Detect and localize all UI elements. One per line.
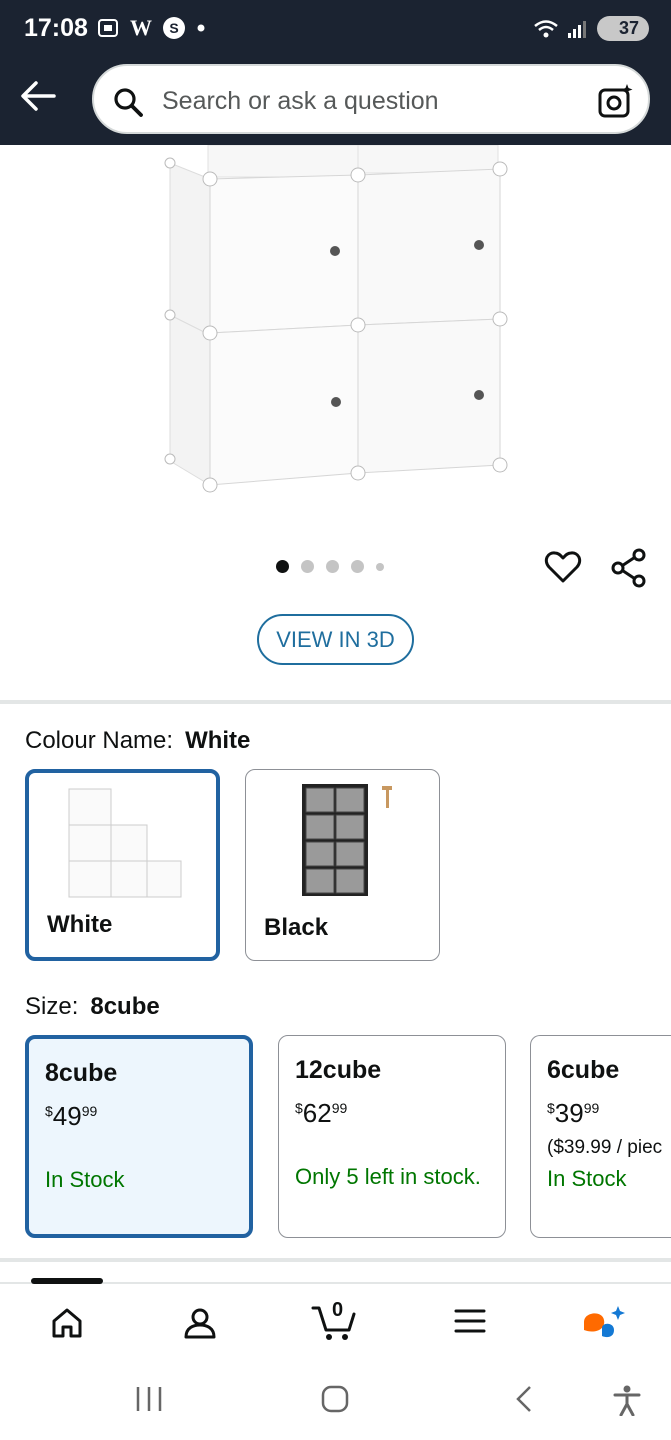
size-option-name: 12cube [295, 1056, 382, 1084]
search-icon [114, 88, 143, 117]
size-option-8cube[interactable]: 8cube $4999 In Stock [25, 1035, 253, 1238]
colour-label-text: Colour Name: [25, 727, 174, 754]
size-option-price: $3999 [547, 1098, 599, 1129]
size-option-name: 8cube [45, 1059, 118, 1087]
rufus-icon[interactable] [580, 1304, 626, 1344]
w-notification-icon: W [130, 15, 152, 40]
recent-apps-icon[interactable] [134, 1384, 164, 1414]
back-button-icon[interactable] [512, 1384, 536, 1414]
search-bar[interactable]: Search or ask a question [92, 64, 650, 134]
search-input[interactable]: Search or ask a question [162, 87, 439, 116]
battery-indicator: 37 [596, 16, 649, 41]
price-whole: 39 [554, 1098, 584, 1128]
swatch-label: White [47, 911, 113, 938]
wifi-icon [534, 19, 558, 37]
home-button-icon[interactable] [320, 1384, 350, 1414]
bottom-navigation: 0 [0, 1278, 671, 1357]
active-tab-indicator [31, 1278, 103, 1284]
section-divider [0, 700, 671, 704]
swatch-label: Black [264, 914, 329, 941]
unit-price: ($39.99 / piec [547, 1137, 663, 1158]
currency-symbol: $ [547, 1100, 555, 1116]
carousel-dot[interactable] [301, 560, 314, 573]
home-icon[interactable] [50, 1306, 84, 1340]
size-label: Size: 8cube [25, 993, 160, 1021]
size-option-6cube[interactable]: 6cube $3999 ($39.99 / piec In Stock [530, 1035, 671, 1238]
size-label-text: Size: [25, 993, 79, 1020]
image-carousel-dots[interactable] [276, 560, 384, 573]
screenshot-icon [98, 19, 118, 37]
cart-count: 0 [332, 1299, 344, 1321]
dot-icon [197, 24, 205, 32]
top-header: 17:08 W S 37 Search or ask a question [0, 0, 671, 145]
product-image[interactable] [160, 145, 520, 505]
size-option-price: $6299 [295, 1098, 347, 1129]
white-variant-thumbnail [68, 788, 182, 898]
colour-swatch-black[interactable]: Black [245, 769, 440, 961]
colour-selected-value: White [185, 727, 251, 754]
colour-swatch-white[interactable]: White [25, 769, 220, 961]
colour-name-label: Colour Name: White [25, 727, 250, 755]
stock-status: Only 5 left in stock. [295, 1164, 481, 1189]
back-arrow-icon[interactable] [18, 78, 58, 114]
currency-symbol: $ [295, 1100, 303, 1116]
price-cents: 99 [583, 1100, 600, 1116]
carousel-dot[interactable] [376, 562, 384, 571]
size-selected-value: 8cube [90, 993, 160, 1020]
status-notification-icons: W S [96, 15, 206, 41]
s-app-icon: S [163, 17, 185, 39]
price-whole: 62 [302, 1098, 332, 1128]
carousel-dot[interactable] [326, 560, 339, 573]
size-option-price: $4999 [45, 1101, 97, 1132]
stock-status: In Stock [45, 1167, 125, 1192]
camera-search-icon[interactable] [596, 82, 634, 120]
account-icon[interactable] [183, 1306, 217, 1340]
size-option-12cube[interactable]: 12cube $6299 Only 5 left in stock. [278, 1035, 506, 1238]
carousel-dot[interactable] [276, 560, 289, 573]
status-right: 37 [533, 16, 649, 41]
accessibility-icon[interactable] [612, 1384, 642, 1416]
share-icon[interactable] [610, 548, 648, 588]
system-navigation-bar [0, 1360, 671, 1440]
section-divider [0, 1258, 671, 1262]
cart-icon[interactable]: 0 [311, 1299, 357, 1342]
stock-status: In Stock [547, 1166, 627, 1191]
status-time: 17:08 [24, 14, 88, 42]
carousel-dot[interactable] [351, 560, 364, 573]
black-variant-thumbnail [302, 784, 392, 896]
svg-text:S: S [169, 20, 178, 36]
price-cents: 99 [331, 1100, 348, 1116]
heart-icon[interactable] [544, 549, 582, 585]
signal-icon [567, 20, 586, 38]
currency-symbol: $ [45, 1103, 53, 1119]
size-option-name: 6cube [547, 1056, 620, 1084]
price-cents: 99 [81, 1103, 98, 1119]
menu-icon[interactable] [454, 1306, 486, 1336]
view-in-3d-button[interactable]: VIEW IN 3D [257, 614, 414, 665]
status-bar: 17:08 W S 37 [0, 0, 671, 58]
price-whole: 49 [52, 1101, 82, 1131]
battery-level: 37 [618, 18, 639, 38]
